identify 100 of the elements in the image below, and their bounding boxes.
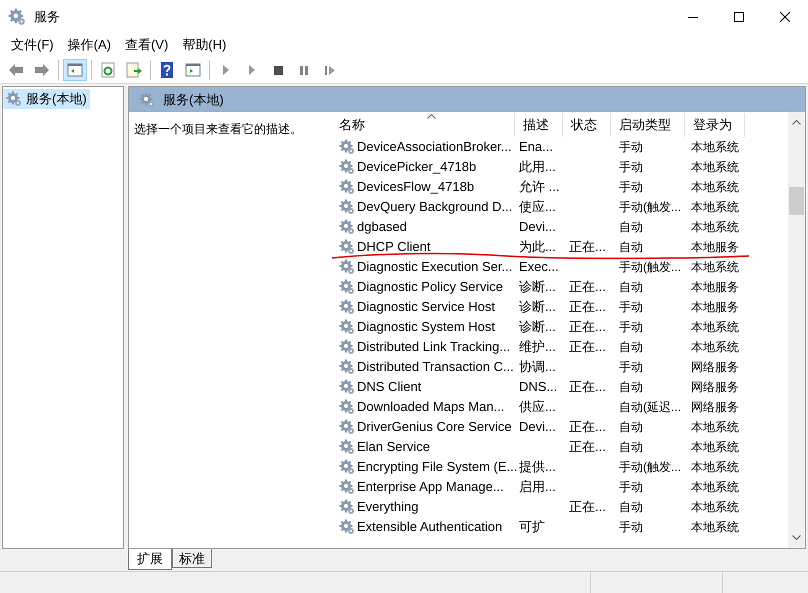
tree-item[interactable]: 服务(本地) [3, 89, 90, 109]
service-row[interactable]: Elan Service 正在... 自动 本地系统 [331, 437, 788, 457]
table-cell: 提供... [519, 459, 556, 474]
table-cell: 供应... [519, 399, 556, 414]
service-name: DNS Client [357, 378, 422, 396]
gear-icon [339, 419, 355, 435]
scrollbar[interactable] [788, 112, 805, 548]
service-row[interactable]: Diagnostic Policy Service 诊断... 正在... 自动 本地服务 [331, 277, 788, 297]
service-row[interactable]: DevicesFlow_4718b 允许 ... 手动 本地系统 [331, 177, 788, 197]
table-cell: 手动 [619, 300, 643, 314]
table-cell: 本地系统 [691, 180, 739, 194]
service-row[interactable]: DNS Client DNS... 正在... 自动 网络服务 [331, 377, 788, 397]
table-cell: 维护... [519, 339, 556, 354]
table-cell: 正在... [569, 339, 606, 354]
table-cell: 网络服务 [691, 400, 739, 414]
table-cell: 自动 [619, 440, 643, 454]
column-header[interactable]: 启动类型 [611, 113, 685, 137]
service-name: Encrypting File System (E... [357, 458, 518, 476]
view-tab[interactable]: 扩展 [128, 549, 172, 570]
table-cell: 正在... [569, 419, 606, 434]
table-cell: 手动(触发... [619, 460, 681, 474]
service-row[interactable]: DevicePicker_4718b 此用... 手动 本地系统 [331, 157, 788, 177]
table-cell: 网络服务 [691, 360, 739, 374]
scroll-thumb[interactable] [789, 187, 804, 215]
table-cell: 此用... [519, 159, 556, 174]
gear-icon [139, 92, 155, 108]
gear-icon [339, 219, 355, 235]
service-row[interactable]: Diagnostic Service Host 诊断... 正在... 手动 本地服务 [331, 297, 788, 317]
service-name: Distributed Link Tracking... [357, 338, 510, 356]
menu-item[interactable]: 文件(F) [4, 35, 61, 55]
action-pane-icon [184, 60, 202, 78]
window-title: 服务 [34, 8, 60, 26]
service-row[interactable]: DHCP Client 为此... 正在... 自动 本地服务 [331, 237, 788, 257]
toolbar-button[interactable] [63, 58, 87, 80]
column-header[interactable]: 描述 [515, 113, 563, 137]
gear-icon [339, 359, 355, 375]
table-cell: 自动 [619, 280, 643, 294]
column-header[interactable]: 登录为 [685, 113, 745, 137]
service-row[interactable]: Extensible Authentication 可扩 手动 本地系统 [331, 517, 788, 537]
gear-icon [339, 259, 355, 275]
service-row[interactable]: DriverGenius Core Service Devi... 正在... 自动 本地系统 [331, 417, 788, 437]
gear-icon [339, 399, 355, 415]
service-row[interactable]: DeviceAssociationBroker... Ena... 手动 本地系统 [331, 137, 788, 157]
service-name: Diagnostic Service Host [357, 298, 495, 316]
table-cell: 自动 [619, 220, 643, 234]
close-icon [780, 12, 790, 22]
table-cell: Devi... [519, 219, 556, 234]
service-name: Extensible Authentication [357, 518, 502, 536]
service-row[interactable]: Distributed Link Tracking... 维护... 正在... 自动 本地系统 [331, 337, 788, 357]
table-cell: 本地系统 [691, 500, 739, 514]
table-cell: 本地系统 [691, 440, 739, 454]
service-name: DriverGenius Core Service [357, 418, 512, 436]
service-name: DevicePicker_4718b [357, 158, 476, 176]
service-row[interactable]: Downloaded Maps Man... 供应... 自动(延迟... 网络服务 [331, 397, 788, 417]
menu-item[interactable]: 查看(V) [118, 35, 176, 55]
refresh-icon [99, 60, 117, 78]
gear-icon [339, 159, 355, 175]
service-row[interactable]: Distributed Transaction C... 协调... 手动 网络服务 [331, 357, 788, 377]
column-header[interactable]: 名称 [331, 113, 515, 137]
gear-icon [339, 499, 355, 515]
gear-icon [339, 379, 355, 395]
table-cell: Devi... [519, 419, 556, 434]
service-row[interactable]: Diagnostic System Host 诊断... 正在... 手动 本地系统 [331, 317, 788, 337]
table-cell: 本地系统 [691, 220, 739, 234]
service-row[interactable]: Everything 正在... 自动 本地系统 [331, 497, 788, 517]
table-cell: 正在... [569, 299, 606, 314]
table-cell: 可扩 [519, 519, 545, 534]
table-cell: 正在... [569, 239, 606, 254]
service-row[interactable]: dgbased Devi... 自动 本地系统 [331, 217, 788, 237]
service-name: Diagnostic Policy Service [357, 278, 503, 296]
table-cell: 自动 [619, 420, 643, 434]
table-cell: 本地系统 [691, 420, 739, 434]
column-header[interactable]: 状态 [563, 113, 611, 137]
table-cell: 允许 ... [519, 179, 560, 194]
table-cell: 诊断... [519, 319, 556, 334]
table-cell: 手动 [619, 160, 643, 174]
table-cell: 手动 [619, 140, 643, 154]
table-cell: 本地服务 [691, 240, 739, 254]
table-cell: Exec... [519, 259, 559, 274]
table-cell: 为此... [519, 239, 556, 254]
description-text: 选择一个项目来查看它的描述。 [134, 122, 302, 136]
table-cell: 本地系统 [691, 200, 739, 214]
gear-icon [339, 439, 355, 455]
table-cell: 正在... [569, 279, 606, 294]
service-name: Diagnostic Execution Ser... [357, 258, 512, 276]
service-row[interactable]: DevQuery Background D... 使应... 手动(触发... 本地系统 [331, 197, 788, 217]
service-row[interactable]: Diagnostic Execution Ser... Exec... 手动(触发... 本地系统 [331, 257, 788, 277]
service-row[interactable]: Enterprise App Manage... 启用... 手动 本地系统 [331, 477, 788, 497]
menu-item[interactable]: 操作(A) [60, 35, 118, 55]
view-tab[interactable]: 标准 [172, 549, 212, 568]
table-cell: 本地系统 [691, 460, 739, 474]
table-cell: 本地系统 [691, 480, 739, 494]
gear-icon [339, 459, 355, 475]
table-cell: 本地系统 [691, 260, 739, 274]
table-cell: 自动 [619, 380, 643, 394]
table-cell: 自动 [619, 500, 643, 514]
table-cell: 自动(延迟... [619, 400, 681, 414]
service-row[interactable]: Encrypting File System (E...提供... 手动(触发... 本地系统 [331, 457, 788, 477]
menu-item[interactable]: 帮助(H) [175, 35, 234, 55]
table-cell: 本地服务 [691, 280, 739, 294]
